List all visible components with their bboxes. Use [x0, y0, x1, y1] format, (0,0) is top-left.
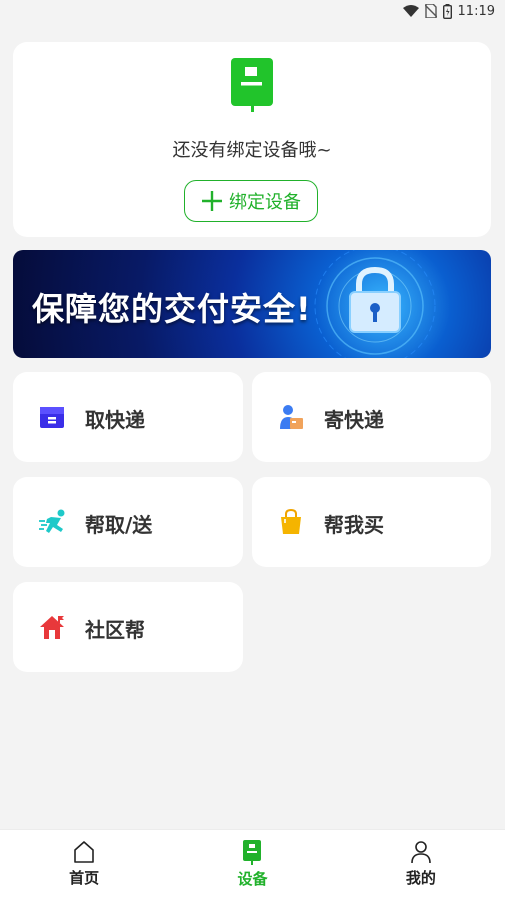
device-icon	[243, 840, 262, 865]
nav-mine[interactable]: 我的	[337, 830, 505, 898]
service-label: 社区帮	[85, 618, 145, 642]
service-label: 寄快递	[324, 408, 384, 432]
courier-icon	[280, 405, 303, 429]
battery-icon	[442, 3, 452, 19]
home-icon	[74, 841, 94, 863]
runner-icon	[39, 509, 65, 533]
user-icon	[411, 841, 431, 864]
shopping-bag-icon	[281, 509, 301, 534]
bind-device-label: 绑定设备	[229, 192, 301, 213]
nav-home-label: 首页	[69, 869, 100, 887]
service-label: 取快递	[85, 408, 145, 432]
device-card: 还没有绑定设备哦~ 绑定设备	[13, 42, 491, 237]
nav-home[interactable]: 首页	[0, 830, 168, 898]
service-errand-tile[interactable]: 帮取/送	[13, 477, 243, 567]
status-bar: 11:19	[0, 0, 505, 22]
service-label: 帮取/送	[85, 513, 153, 537]
status-time: 11:19	[457, 3, 495, 19]
service-pickup-tile[interactable]: 取快递	[13, 372, 243, 462]
padlock-icon	[349, 266, 401, 333]
service-send-tile[interactable]: 寄快递	[252, 372, 491, 462]
banner-text: 保障您的交付安全!	[32, 290, 312, 328]
wifi-icon	[402, 5, 419, 17]
no-device-text: 还没有绑定设备哦~	[172, 140, 332, 161]
nav-mine-label: 我的	[405, 869, 436, 887]
nav-device[interactable]: 设备	[168, 830, 336, 898]
house-icon	[40, 616, 64, 639]
bottom-nav: 首页 设备 我的	[0, 829, 505, 898]
nav-device-label: 设备	[237, 870, 268, 888]
service-buy-tile[interactable]: 帮我买	[252, 477, 491, 567]
bind-device-button[interactable]: 绑定设备	[184, 180, 318, 222]
security-banner[interactable]: 保障您的交付安全!	[13, 250, 491, 358]
package-icon	[40, 407, 64, 428]
device-icon	[231, 58, 273, 112]
service-label: 帮我买	[324, 513, 384, 537]
service-community-tile[interactable]: 社区帮	[13, 582, 243, 672]
no-sim-icon	[424, 4, 437, 18]
plus-icon	[202, 191, 222, 211]
